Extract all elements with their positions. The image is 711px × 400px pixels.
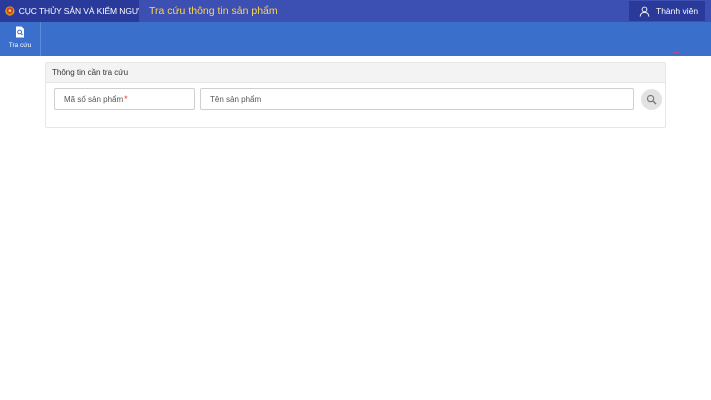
search-icon	[646, 94, 657, 105]
user-icon	[639, 6, 650, 17]
panel-title: Thông tin cần tra cứu	[52, 68, 129, 77]
product-name-label: Tên sản phẩm	[210, 94, 262, 104]
search-panel: Thông tin cần tra cứu Mã số sản phẩm * Tê…	[45, 62, 666, 128]
nav-indicator	[673, 52, 679, 53]
national-emblem-icon	[5, 6, 15, 16]
nav-item-tra-cuu[interactable]: Tra cứu	[0, 22, 41, 56]
nav-bar: Tra cứu	[0, 22, 711, 56]
top-header: CỤC THỦY SẢN VÀ KIỂM NGƯ Tra cứu thông t…	[0, 0, 711, 22]
panel-header: Thông tin cần tra cứu	[46, 63, 665, 83]
org-name: CỤC THỦY SẢN VÀ KIỂM NGƯ	[18, 6, 139, 16]
product-code-input[interactable]: Mã số sản phẩm *	[54, 88, 195, 110]
search-button[interactable]	[641, 89, 662, 110]
member-button[interactable]: Thành viên	[629, 1, 705, 21]
member-label: Thành viên	[656, 6, 699, 16]
page-title: Tra cứu thông tin sản phẩm	[149, 5, 278, 17]
nav-item-label: Tra cứu	[8, 42, 32, 49]
brand[interactable]: CỤC THỦY SẢN VÀ KIỂM NGƯ	[0, 0, 139, 22]
required-mark: *	[124, 94, 128, 104]
search-document-icon	[16, 26, 24, 38]
product-name-input[interactable]: Tên sản phẩm	[200, 88, 634, 110]
product-code-label: Mã số sản phẩm	[64, 94, 124, 104]
